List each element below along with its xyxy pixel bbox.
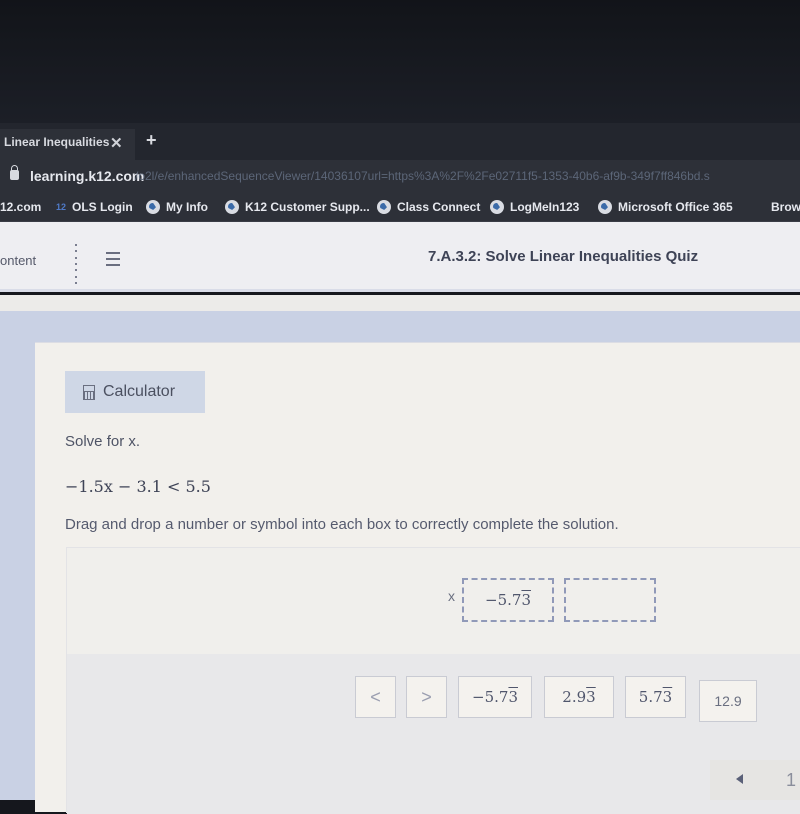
k12-icon: 12 [56, 202, 67, 212]
content-link[interactable]: ontent [0, 253, 36, 268]
menu-icon[interactable] [106, 252, 120, 266]
monitor-bezel [0, 0, 800, 123]
more-vertical-icon[interactable] [75, 244, 79, 284]
variable-label: x [448, 588, 455, 604]
previous-page-icon[interactable] [736, 774, 743, 784]
browser-tab[interactable]: Linear Inequalities ✕ [0, 129, 135, 160]
tile-12-9[interactable]: 12.9 [699, 680, 757, 722]
tile-5-73[interactable]: 5.73 [625, 676, 686, 718]
bookmark-label: My Info [166, 200, 208, 214]
question-prompt: Solve for x. [65, 433, 141, 450]
bookmark-ols-login[interactable]: 12 OLS Login [56, 200, 133, 214]
calculator-button[interactable]: Calculator [65, 371, 205, 413]
globe-icon [225, 200, 239, 214]
calculator-label: Calculator [103, 383, 176, 400]
address-bar[interactable]: learning.k12.com /o2l/e/enhancedSequence… [0, 160, 800, 192]
bookmark-browse[interactable]: Brows [771, 200, 800, 214]
globe-icon [377, 200, 391, 214]
globe-icon [146, 200, 160, 214]
bookmark-my-info[interactable]: My Info [146, 200, 208, 214]
globe-icon [490, 200, 504, 214]
bookmark-k12-customer-support[interactable]: K12 Customer Supp... [225, 200, 370, 214]
bookmark-label: K12 Customer Supp... [245, 200, 370, 214]
page-top-strip [0, 295, 800, 311]
app-header: ontent 7.A.3.2: Solve Linear Inequalitie… [0, 222, 800, 292]
page-number[interactable]: 1 [786, 770, 796, 791]
bookmarks-bar: 12.com 12 OLS Login My Info K12 Customer… [0, 192, 800, 222]
answer-value[interactable]: −5.73 [485, 591, 531, 609]
question-card: Calculator Solve for x. −1.5x − 3.1 < 5.… [35, 342, 800, 814]
globe-icon [598, 200, 612, 214]
url-path: /o2l/e/enhancedSequenceViewer/14036107ur… [135, 169, 710, 183]
tab-title: Linear Inequalities [4, 135, 110, 149]
browser-tab-bar: Linear Inequalities ✕ + [0, 123, 800, 160]
bookmark-k12[interactable]: 12.com [0, 200, 41, 214]
tile-neg-5-73[interactable]: −5.73 [458, 676, 532, 718]
bookmark-label: LogMeIn123 [510, 200, 580, 214]
pagination: 1 [710, 760, 800, 800]
bookmark-class-connect[interactable]: Class Connect [377, 200, 480, 214]
new-tab-icon[interactable]: + [146, 130, 157, 151]
bookmark-label: Class Connect [397, 200, 481, 214]
answer-drop-box-2[interactable] [564, 578, 656, 622]
bookmark-label: Brows [771, 200, 800, 214]
calculator-icon [83, 384, 95, 400]
answer-drop-box-1[interactable]: −5.73 [462, 578, 554, 622]
tile-greater-than[interactable]: > [406, 676, 447, 718]
close-icon[interactable]: ✕ [110, 134, 123, 152]
tile-2-93[interactable]: 2.93 [544, 676, 614, 718]
instructions: Drag and drop a number or symbol into ea… [65, 516, 619, 533]
tile-tray: < > −5.73 2.93 5.73 12.9 [67, 654, 800, 814]
url-host: learning.k12.com [30, 168, 145, 184]
bookmark-microsoft-office-365[interactable]: Microsoft Office 365 [598, 200, 733, 214]
lock-icon [10, 165, 19, 180]
bookmark-label: OLS Login [72, 200, 133, 214]
equation: −1.5x − 3.1 < 5.5 [65, 477, 211, 496]
page-title: 7.A.3.2: Solve Linear Inequalities Quiz [428, 248, 699, 265]
bookmark-label: 12.com [0, 200, 42, 214]
bookmark-logmein123[interactable]: LogMeIn123 [490, 200, 579, 214]
tile-less-than[interactable]: < [355, 676, 396, 718]
bookmark-label: Microsoft Office 365 [618, 200, 733, 214]
drag-drop-area: x −5.73 < > −5.73 2.93 5.73 12.9 [66, 547, 800, 814]
